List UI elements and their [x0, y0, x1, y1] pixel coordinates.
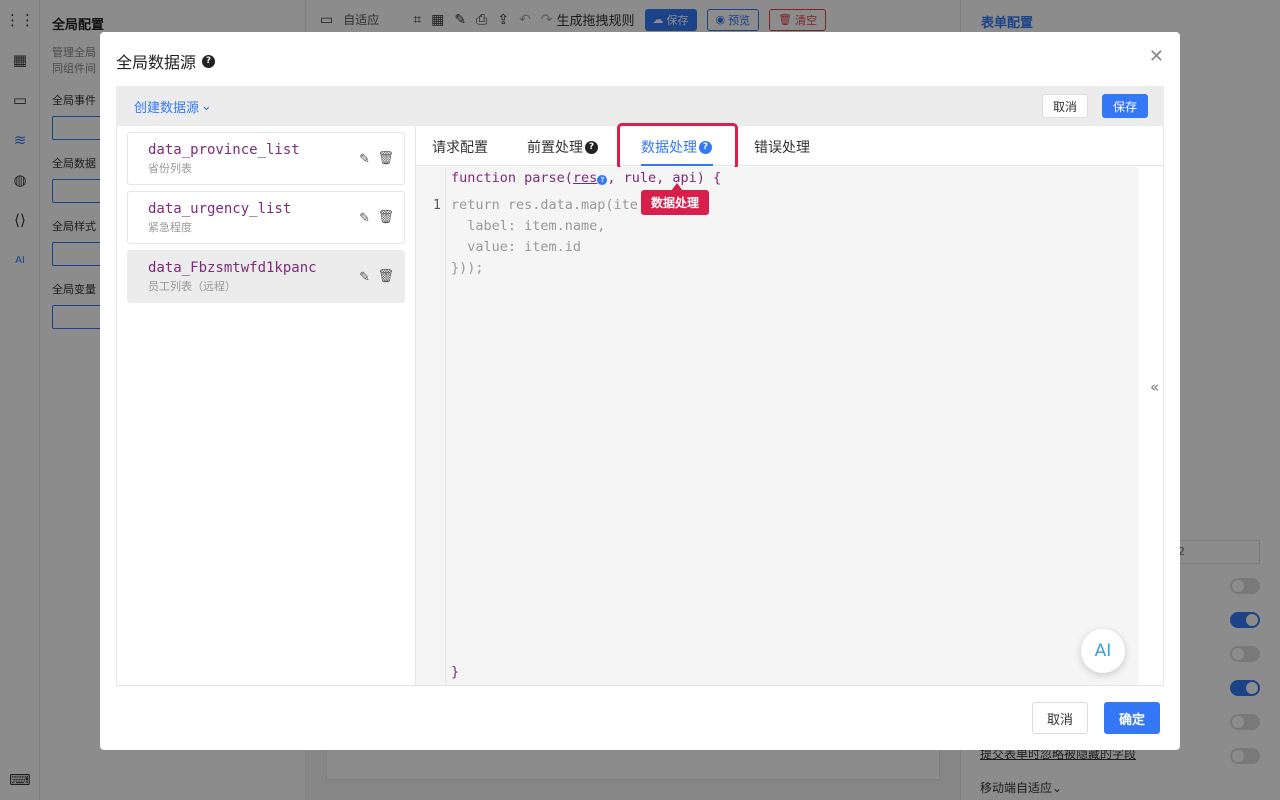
help-icon: ? — [585, 140, 598, 154]
collapse-icon[interactable]: « — [1150, 378, 1159, 396]
line-number: 1 — [433, 198, 441, 213]
dialog-body: data_province_list 省份列表 ✎ 🗑 data_urgency… — [116, 123, 1164, 686]
code-line: return res.data.map(ite — [451, 197, 638, 213]
edit-icon[interactable]: ✎ — [359, 152, 370, 167]
datasource-desc: 省份列表 — [148, 162, 192, 175]
footer-confirm-button[interactable]: 确定 — [1104, 702, 1161, 734]
datasource-item[interactable]: data_province_list 省份列表 ✎ 🗑 — [127, 132, 405, 185]
line-gutter: 1 — [416, 167, 446, 685]
datasource-name: data_urgency_list — [148, 201, 292, 217]
footer-cancel-button[interactable]: 取消 — [1032, 702, 1089, 734]
global-datasource-dialog: 全局数据源 ? ✕ 创建数据源 ⌄ 取消 保存 data_province_li… — [100, 32, 1180, 750]
tooltip: 数据处理 — [641, 183, 710, 215]
dialog-title: 全局数据源 ? — [116, 49, 216, 73]
tab-request-config[interactable]: 请求配置 — [432, 137, 488, 157]
datasource-list: data_province_list 省份列表 ✎ 🗑 data_urgency… — [117, 126, 416, 685]
code-line: value: item.id — [451, 239, 582, 255]
datasource-item[interactable]: data_urgency_list 紧急程度 ✎ 🗑 — [127, 191, 405, 244]
datasource-editor: 请求配置 前置处理? 数据处理? 错误处理 1 function parse(r… — [416, 123, 1164, 685]
close-icon[interactable]: ✕ — [1149, 46, 1164, 67]
edit-icon[interactable]: ✎ — [359, 270, 370, 285]
datasource-name: data_Fbzsmtwfd1kpanc — [148, 260, 317, 276]
code-line: })); — [451, 260, 484, 276]
tab-pre-process[interactable]: 前置处理? — [527, 137, 598, 157]
code-closing-brace: } — [451, 664, 460, 680]
header-cancel-button[interactable]: 取消 — [1041, 94, 1088, 118]
datasource-desc: 员工列表（远程） — [148, 280, 236, 293]
chevron-down-icon: ⌄ — [201, 98, 212, 114]
datasource-desc: 紧急程度 — [148, 221, 192, 234]
code-line: label: item.name, — [451, 218, 606, 234]
trash-icon[interactable]: 🗑 — [377, 210, 394, 225]
datasource-item-active[interactable]: data_Fbzsmtwfd1kpanc 员工列表（远程） ✎ 🗑 — [127, 250, 405, 303]
ai-assistant-button[interactable]: AI — [1081, 629, 1125, 673]
config-tabs: 请求配置 前置处理? 数据处理? 错误处理 — [416, 123, 1164, 170]
highlight-box — [617, 123, 738, 170]
help-icon[interactable]: ? — [202, 54, 216, 68]
trash-icon[interactable]: 🗑 — [377, 151, 394, 166]
header-save-button[interactable]: 保存 — [1101, 94, 1148, 118]
tab-error-handling[interactable]: 错误处理 — [754, 137, 810, 157]
datasource-name: data_province_list — [148, 142, 300, 158]
code-editor[interactable]: 1 function parse(res?, rule, api) { retu… — [416, 167, 1138, 685]
create-datasource-button[interactable]: 创建数据源 ⌄ — [134, 97, 212, 116]
trash-icon[interactable]: 🗑 — [377, 269, 394, 284]
edit-icon[interactable]: ✎ — [359, 211, 370, 226]
dialog-header-bar: 创建数据源 ⌄ 取消 保存 — [116, 86, 1164, 126]
help-icon: ? — [597, 175, 608, 185]
